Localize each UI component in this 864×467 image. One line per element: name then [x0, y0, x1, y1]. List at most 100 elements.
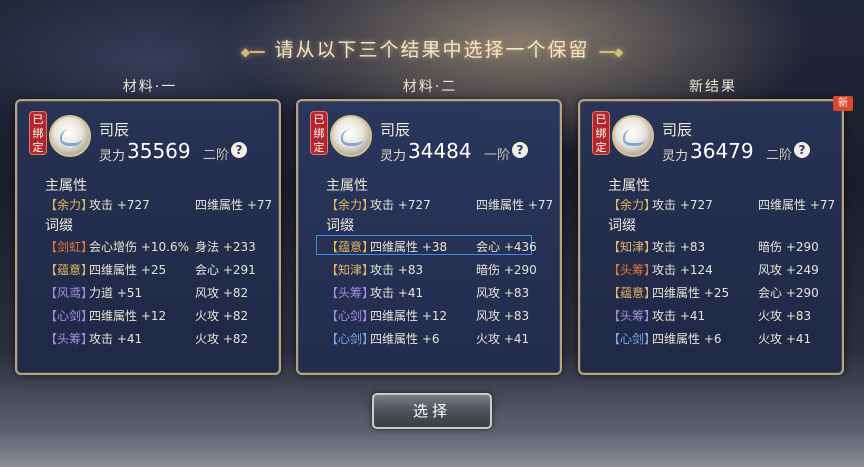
attr-value-2: 暗伤 +290 [758, 240, 819, 254]
affix-tag: 【头筹】 [608, 309, 657, 323]
affix-tag: 【余力】 [326, 198, 375, 212]
affix-tag: 【知津】 [608, 240, 657, 254]
attr-value-2: 风攻 +82 [195, 286, 249, 300]
affix-row: 【蕴意】 四维属性 +25 会心 +291 [45, 258, 277, 278]
attr-value-2: 火攻 +41 [476, 332, 530, 346]
affix-tag: 【余力】 [608, 198, 657, 212]
attr-value-1: 攻击 +727 [652, 198, 713, 212]
affix-tag: 【头筹】 [326, 286, 375, 300]
affix-row: 【蕴意】 四维属性 +25 会心 +290 [608, 281, 840, 301]
help-icon[interactable]: ? [512, 142, 528, 158]
new-badge: 新 [833, 96, 853, 111]
attr-value-2: 火攻 +83 [758, 309, 812, 323]
main-attr-row: 【余力】 攻击 +727 四维属性 +77 [326, 193, 558, 213]
attr-value-2: 风攻 +83 [476, 286, 530, 300]
power-label: 灵力 [99, 149, 126, 164]
affix-tag: 【头筹】 [45, 332, 94, 346]
main-attr-row: 【余力】 攻击 +727 四维属性 +77 [608, 193, 840, 213]
item-name: 司辰 [662, 121, 693, 139]
attr-value-1: 攻击 +727 [89, 198, 150, 212]
affix-heading: 词缀 [326, 218, 354, 234]
attr-value-2: 火攻 +82 [195, 332, 249, 346]
attr-value-2: 四维属性 +77 [758, 198, 836, 212]
attr-value-1: 四维属性 +12 [89, 309, 167, 323]
attr-value-1: 攻击 +41 [652, 309, 706, 323]
item-avatar-icon [612, 115, 654, 157]
help-icon[interactable]: ? [231, 142, 247, 158]
card-title-material-1: 材料·一 [122, 79, 178, 95]
affix-row: 【心剑】 四维属性 +12 风攻 +83 [326, 304, 558, 324]
affix-tag: 【蕴意】 [608, 286, 657, 300]
bound-badge: 已绑定 [592, 111, 610, 155]
item-avatar-icon [330, 115, 372, 157]
affix-tag: 【剑虹】 [45, 240, 94, 254]
result-card-new[interactable]: 已绑定 司辰 灵力 36479 二阶 ? 主属性 【余力】 攻击 +727 四维… [578, 99, 844, 375]
power-value: 35569 [127, 139, 191, 163]
affix-heading: 词缀 [45, 218, 73, 234]
affix-tag: 【心剑】 [45, 309, 94, 323]
power-label: 灵力 [662, 149, 689, 164]
power-value: 36479 [690, 139, 754, 163]
card-title-new-result: 新结果 [689, 79, 737, 95]
rank-label: 二阶 [766, 148, 793, 163]
affix-row: 【头筹】 攻击 +41 火攻 +83 [608, 304, 840, 324]
affix-tag: 【风鸢】 [45, 286, 94, 300]
affix-row: 【蕴意】 四维属性 +38 会心 +436 [326, 235, 558, 255]
select-button[interactable]: 选择 [372, 393, 492, 429]
bound-badge: 已绑定 [29, 111, 47, 155]
help-icon[interactable]: ? [794, 142, 810, 158]
item-name: 司辰 [380, 121, 411, 139]
bound-badge: 已绑定 [310, 111, 328, 155]
attr-value-1: 四维属性 +38 [370, 240, 448, 254]
main-attr-heading: 主属性 [45, 178, 87, 194]
dialog-title: ◆━━ 请从以下三个结果中选择一个保留 ━━◆ [0, 35, 864, 62]
main-attr-heading: 主属性 [326, 178, 368, 194]
attr-value-2: 四维属性 +77 [195, 198, 273, 212]
power-value: 34484 [408, 139, 472, 163]
affix-tag: 【余力】 [45, 198, 94, 212]
title-ornament-left: ◆━━ [240, 45, 265, 59]
attr-value-1: 四维属性 +6 [652, 332, 722, 346]
attr-value-2: 四维属性 +77 [476, 198, 554, 212]
title-text: 请从以下三个结果中选择一个保留 [274, 39, 590, 61]
affix-row: 【头筹】 攻击 +41 风攻 +83 [326, 281, 558, 301]
result-card-material-2[interactable]: 已绑定 司辰 灵力 34484 一阶 ? 主属性 【余力】 攻击 +727 四维… [296, 99, 562, 375]
affix-row: 【心剑】 四维属性 +6 火攻 +41 [608, 327, 840, 347]
affix-row: 【心剑】 四维属性 +6 火攻 +41 [326, 327, 558, 347]
title-ornament-right: ━━◆ [599, 45, 624, 59]
attr-value-1: 攻击 +727 [370, 198, 431, 212]
attr-value-2: 风攻 +249 [758, 263, 819, 277]
attr-value-1: 攻击 +41 [89, 332, 143, 346]
attr-value-2: 风攻 +83 [476, 309, 530, 323]
affix-row: 【知津】 攻击 +83 暗伤 +290 [608, 235, 840, 255]
item-name: 司辰 [99, 121, 130, 139]
affix-tag: 【头筹】 [608, 263, 657, 277]
affix-row: 【剑虹】 会心增伤 +10.6% 身法 +233 [45, 235, 277, 255]
attr-value-2: 会心 +290 [758, 286, 819, 300]
affix-tag: 【心剑】 [326, 309, 375, 323]
affix-heading: 词缀 [608, 218, 636, 234]
attr-value-1: 四维属性 +6 [370, 332, 440, 346]
rank-label: 一阶 [484, 148, 511, 163]
attr-value-1: 会心增伤 +10.6% [89, 240, 189, 254]
attr-value-2: 火攻 +82 [195, 309, 249, 323]
main-attr-heading: 主属性 [608, 178, 650, 194]
attr-value-1: 攻击 +124 [652, 263, 713, 277]
affix-tag: 【蕴意】 [45, 263, 94, 277]
affix-tag: 【心剑】 [326, 332, 375, 346]
affix-row: 【知津】 攻击 +83 暗伤 +290 [326, 258, 558, 278]
result-card-material-1[interactable]: 已绑定 司辰 灵力 35569 二阶 ? 主属性 【余力】 攻击 +727 四维… [15, 99, 281, 375]
affix-row: 【头筹】 攻击 +124 风攻 +249 [608, 258, 840, 278]
affix-tag: 【蕴意】 [326, 240, 375, 254]
attr-value-2: 身法 +233 [195, 240, 256, 254]
rank-label: 二阶 [203, 148, 230, 163]
power-label: 灵力 [380, 149, 407, 164]
affix-tag: 【知津】 [326, 263, 375, 277]
attr-value-1: 攻击 +83 [370, 263, 424, 277]
attr-value-1: 四维属性 +12 [370, 309, 448, 323]
card-title-material-2: 材料·二 [402, 79, 458, 95]
affix-tag: 【心剑】 [608, 332, 657, 346]
attr-value-1: 攻击 +41 [370, 286, 424, 300]
attr-value-2: 暗伤 +290 [476, 263, 537, 277]
attr-value-1: 力道 +51 [89, 286, 143, 300]
